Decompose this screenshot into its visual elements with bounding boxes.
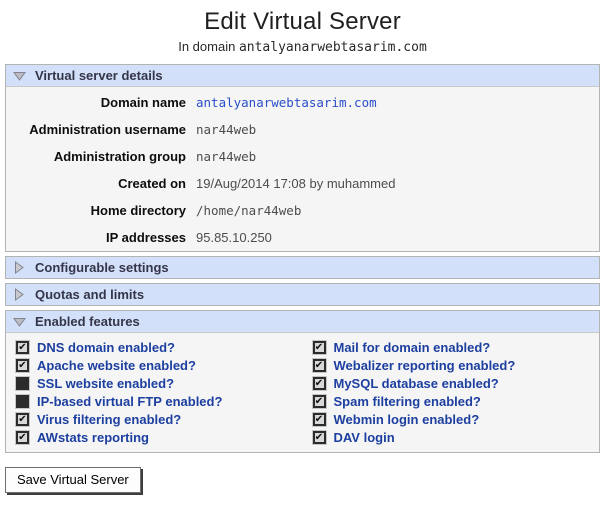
page-subtitle: In domain antalyanarwebtasarim.com <box>0 39 605 55</box>
detail-value: antalyanarwebtasarim.com <box>196 95 377 110</box>
feature-row: DNS domain enabled? <box>6 338 303 356</box>
feature-checkbox[interactable] <box>312 358 326 372</box>
feature-label: SSL website enabled? <box>37 375 175 391</box>
feature-checkbox[interactable] <box>16 358 29 372</box>
features-column-right: Mail for domain enabled? Webalizer repor… <box>303 338 600 446</box>
section-configurable-settings: Configurable settings <box>5 256 600 279</box>
section-quotas-and-limits: Quotas and limits <box>5 283 600 306</box>
check-icon <box>18 433 26 442</box>
detail-label: Administration group <box>53 149 186 164</box>
feature-row: AWstats reporting <box>6 428 303 446</box>
section-header-virtual-server-details[interactable]: Virtual server details <box>6 65 599 86</box>
feature-label: DAV login <box>333 429 395 445</box>
feature-checkbox[interactable] <box>312 412 326 426</box>
feature-label: Webmin login enabled? <box>333 411 480 427</box>
collapse-triangle-icon[interactable] <box>12 71 26 81</box>
feature-row: Spam filtering enabled? <box>303 392 600 410</box>
features-body: DNS domain enabled? Apache website enabl… <box>6 332 599 452</box>
feature-row: DAV login <box>303 428 600 446</box>
detail-value: nar44web <box>196 149 257 164</box>
check-icon <box>18 415 26 424</box>
section-label: Enabled features <box>35 314 140 329</box>
check-icon <box>315 433 323 442</box>
feature-checkbox[interactable] <box>312 394 326 408</box>
detail-label: Home directory <box>90 203 186 218</box>
detail-row: Created on 19/Aug/2014 17:08 by muhammed <box>6 170 599 197</box>
feature-label: Webalizer reporting enabled? <box>333 357 516 373</box>
detail-label: Administration username <box>29 122 186 137</box>
check-icon <box>315 361 323 370</box>
feature-label: Mail for domain enabled? <box>333 339 491 355</box>
feature-row: IP-based virtual FTP enabled? <box>6 392 303 410</box>
detail-value: /home/nar44web <box>196 203 302 218</box>
check-icon <box>18 343 26 352</box>
details-rows: Domain name antalyanarwebtasarim.com Adm… <box>6 86 599 251</box>
feature-label: DNS domain enabled? <box>37 339 175 355</box>
section-header-configurable-settings[interactable]: Configurable settings <box>6 257 599 278</box>
detail-row: IP addresses 95.85.10.250 <box>6 224 599 251</box>
feature-checkbox[interactable] <box>16 340 29 354</box>
check-icon <box>315 343 323 352</box>
feature-row: Webalizer reporting enabled? <box>303 356 600 374</box>
feature-label: AWstats reporting <box>37 429 149 445</box>
detail-label: Domain name <box>100 95 186 110</box>
detail-value: 19/Aug/2014 17:08 by muhammed <box>196 176 396 191</box>
feature-row: MySQL database enabled? <box>303 374 600 392</box>
feature-label: Virus filtering enabled? <box>37 411 182 427</box>
feature-label: Apache website enabled? <box>37 357 196 373</box>
feature-checkbox[interactable] <box>16 394 29 408</box>
detail-row: Domain name antalyanarwebtasarim.com <box>6 89 599 116</box>
section-label: Configurable settings <box>35 260 169 275</box>
feature-row: Virus filtering enabled? <box>6 410 303 428</box>
feature-row: SSL website enabled? <box>6 374 303 392</box>
detail-value: 95.85.10.250 <box>196 230 272 245</box>
features-column-left: DNS domain enabled? Apache website enabl… <box>6 338 303 446</box>
check-icon <box>18 361 26 370</box>
detail-value: nar44web <box>196 122 257 137</box>
feature-checkbox[interactable] <box>16 430 29 444</box>
feature-checkbox[interactable] <box>312 430 326 444</box>
section-label: Quotas and limits <box>35 287 145 302</box>
feature-row: Apache website enabled? <box>6 356 303 374</box>
collapse-triangle-icon[interactable] <box>12 317 26 327</box>
detail-row: Administration group nar44web <box>6 143 599 170</box>
feature-label: IP-based virtual FTP enabled? <box>37 393 223 409</box>
sections-container: Virtual server details Domain name antal… <box>5 64 600 453</box>
detail-row: Administration username nar44web <box>6 116 599 143</box>
expand-triangle-icon[interactable] <box>12 288 26 301</box>
subtitle-domain: antalyanarwebtasarim.com <box>238 40 427 55</box>
feature-label: Spam filtering enabled? <box>333 393 481 409</box>
feature-label: MySQL database enabled? <box>333 375 499 391</box>
save-virtual-server-button[interactable]: Save Virtual Server <box>5 467 141 493</box>
check-icon <box>315 397 323 406</box>
feature-checkbox[interactable] <box>16 412 29 426</box>
check-icon <box>315 415 323 424</box>
feature-row: Webmin login enabled? <box>303 410 600 428</box>
feature-row: Mail for domain enabled? <box>303 338 600 356</box>
feature-checkbox[interactable] <box>312 340 326 354</box>
section-header-quotas-and-limits[interactable]: Quotas and limits <box>6 284 599 305</box>
check-icon <box>315 379 323 388</box>
feature-checkbox[interactable] <box>16 376 29 390</box>
detail-row: Home directory /home/nar44web <box>6 197 599 224</box>
detail-label: IP addresses <box>106 230 186 245</box>
expand-triangle-icon[interactable] <box>12 261 26 274</box>
section-virtual-server-details: Virtual server details Domain name antal… <box>5 64 600 252</box>
subtitle-prefix: In domain <box>178 39 236 54</box>
section-enabled-features: Enabled features DNS domain enabled? Apa… <box>5 310 600 453</box>
page-title: Edit Virtual Server <box>204 8 401 35</box>
detail-label: Created on <box>118 176 186 191</box>
feature-checkbox[interactable] <box>312 376 326 390</box>
section-header-enabled-features[interactable]: Enabled features <box>6 311 599 332</box>
section-label: Virtual server details <box>35 68 163 83</box>
